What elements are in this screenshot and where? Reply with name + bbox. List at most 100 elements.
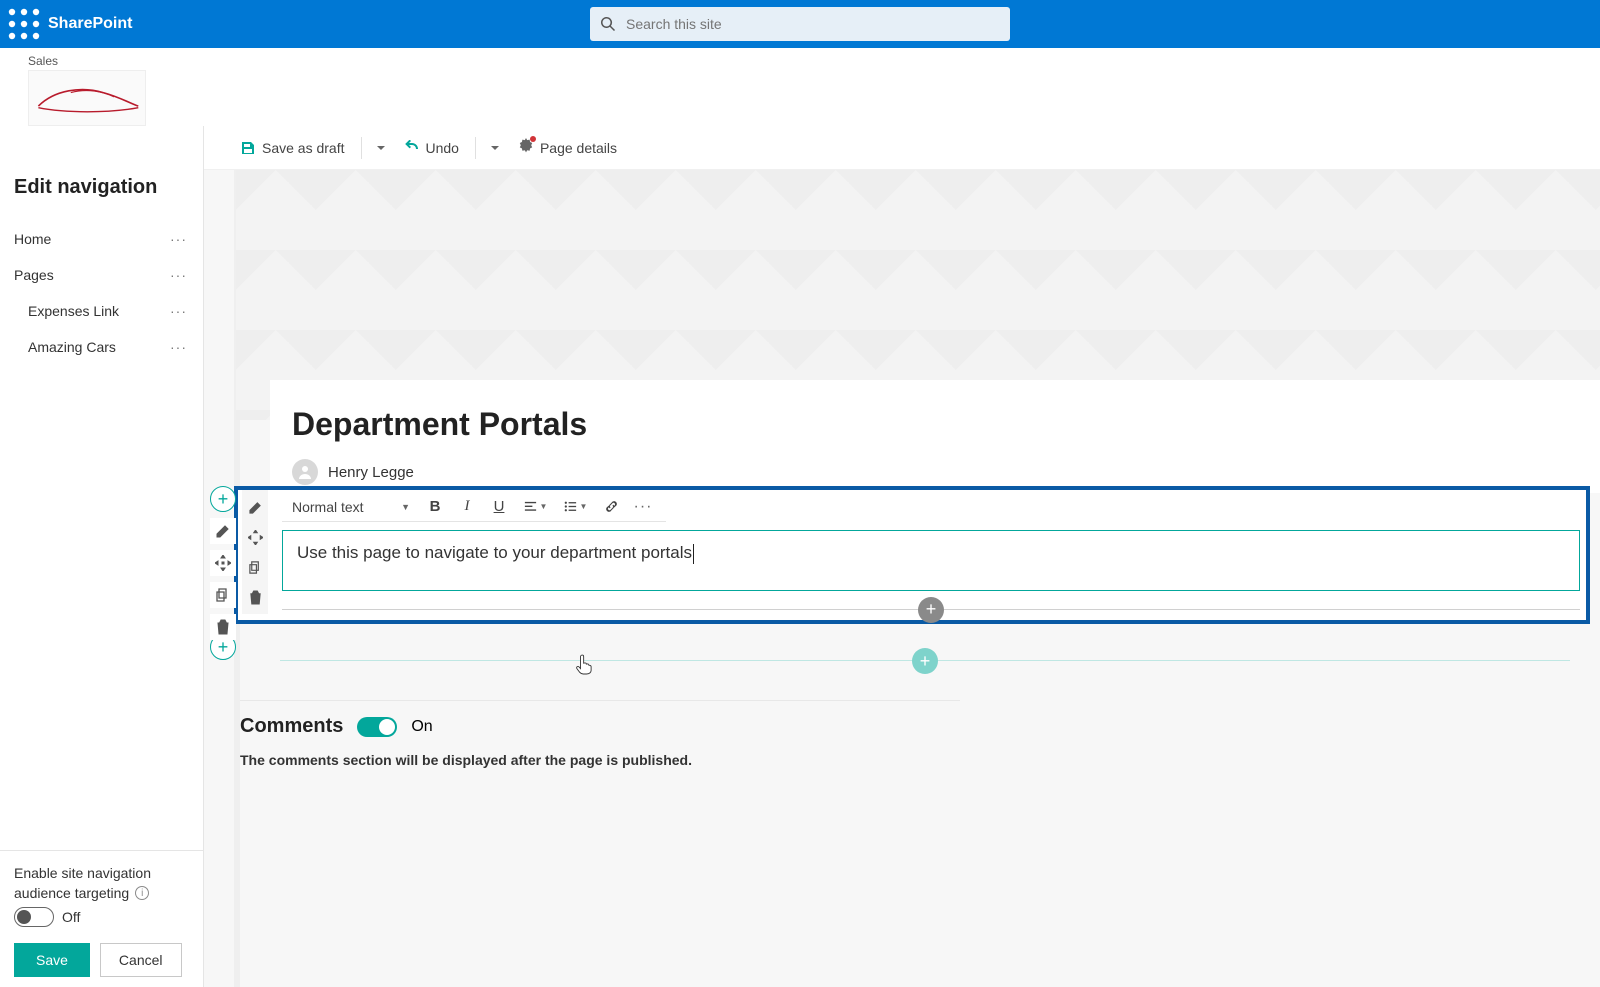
nav-item-amazing-cars[interactable]: Amazing Cars ··· xyxy=(14,329,189,365)
comments-toggle[interactable] xyxy=(357,717,397,737)
chevron-down-icon: ▼ xyxy=(540,502,548,511)
text-editor[interactable]: Use this page to navigate to your depart… xyxy=(282,530,1580,591)
duplicate-section-button[interactable] xyxy=(210,582,236,608)
delete-section-button[interactable] xyxy=(210,614,236,640)
search-input[interactable] xyxy=(626,16,1000,32)
info-icon[interactable]: i xyxy=(135,886,149,900)
audience-label-line1: Enable site navigation xyxy=(14,865,151,881)
link-button[interactable] xyxy=(598,494,624,520)
chevron-down-icon: ▼ xyxy=(580,502,588,511)
move-icon xyxy=(215,555,231,571)
save-as-draft-label: Save as draft xyxy=(262,140,345,156)
page-details-button[interactable]: Page details xyxy=(510,132,625,163)
add-webpart-button[interactable]: + xyxy=(918,597,944,623)
move-icon xyxy=(248,530,263,545)
search-icon xyxy=(600,16,616,32)
delete-icon xyxy=(248,590,263,605)
rte-toolbar: Normal text ▼ B I U ▼ xyxy=(282,492,666,522)
cancel-button[interactable]: Cancel xyxy=(100,943,182,977)
section-wrapper: + + xyxy=(204,486,1600,624)
left-nav-panel: Edit navigation Home ··· Pages ··· Expen… xyxy=(0,126,204,987)
chevron-down-icon: ▼ xyxy=(401,502,410,512)
nav-item-label: Expenses Link xyxy=(14,303,170,319)
page-canvas: Department Portals Henry Legge + + xyxy=(204,170,1600,987)
delete-icon xyxy=(215,619,231,635)
text-style-value: Normal text xyxy=(292,499,364,515)
page-details-label: Page details xyxy=(540,140,617,156)
undo-button[interactable]: Undo xyxy=(396,134,467,162)
link-icon xyxy=(604,499,619,514)
edit-section-button[interactable] xyxy=(210,518,236,544)
copy-icon xyxy=(248,560,263,575)
cursor-pointer-icon xyxy=(576,653,594,677)
nav-item-more-icon[interactable]: ··· xyxy=(170,231,187,247)
nav-item-more-icon[interactable]: ··· xyxy=(170,267,187,283)
title-area: Department Portals Henry Legge xyxy=(270,380,1600,493)
nav-item-label: Amazing Cars xyxy=(14,339,170,355)
save-as-draft-button[interactable]: Save as draft xyxy=(232,134,353,162)
add-webpart-divider: + xyxy=(282,609,1580,610)
italic-button[interactable]: I xyxy=(454,494,480,520)
edit-icon xyxy=(215,523,231,539)
nav-item-expenses-link[interactable]: Expenses Link ··· xyxy=(14,293,189,329)
webpart-delete-button[interactable] xyxy=(242,584,268,610)
align-button[interactable]: ▼ xyxy=(518,494,552,520)
underline-button[interactable]: U xyxy=(486,494,512,520)
page-title[interactable]: Department Portals xyxy=(292,406,1578,443)
nav-item-more-icon[interactable]: ··· xyxy=(170,303,187,319)
comments-area: Comments On The comments section will be… xyxy=(240,700,960,768)
text-webpart: Normal text ▼ B I U ▼ xyxy=(276,490,1586,620)
site-logo[interactable] xyxy=(28,70,146,126)
command-bar: Save as draft Undo Page details xyxy=(204,126,1600,170)
webpart-toolbar xyxy=(242,490,268,614)
brand-label[interactable]: SharePoint xyxy=(48,15,132,33)
pencil-icon xyxy=(248,500,263,515)
author-row: Henry Legge xyxy=(292,459,1578,485)
more-button[interactable]: ··· xyxy=(630,494,656,520)
copy-icon xyxy=(215,587,231,603)
nav-item-home[interactable]: Home ··· xyxy=(14,221,189,257)
nav-panel-title: Edit navigation xyxy=(14,176,189,199)
webpart-move-button[interactable] xyxy=(242,524,268,550)
bold-icon: B xyxy=(430,498,441,515)
move-section-button[interactable] xyxy=(210,550,236,576)
underline-icon: U xyxy=(494,498,505,515)
comments-note: The comments section will be displayed a… xyxy=(240,752,960,768)
italic-icon: I xyxy=(465,498,470,515)
nav-item-label: Home xyxy=(14,231,170,247)
audience-targeting-toggle[interactable] xyxy=(14,907,54,927)
insert-section-button[interactable]: + xyxy=(912,648,938,674)
audience-label-line2: audience targeting xyxy=(14,885,129,901)
comments-toggle-state: On xyxy=(411,718,432,736)
nav-bottom-panel: Enable site navigation audience targetin… xyxy=(0,850,203,987)
webpart-edit-button[interactable] xyxy=(242,494,268,520)
gear-icon xyxy=(518,138,534,157)
search-box[interactable] xyxy=(590,7,1010,41)
app-launcher-button[interactable] xyxy=(8,8,40,40)
author-name[interactable]: Henry Legge xyxy=(328,464,414,481)
avatar[interactable] xyxy=(292,459,318,485)
webpart-duplicate-button[interactable] xyxy=(242,554,268,580)
save-button[interactable]: Save xyxy=(14,943,90,977)
more-icon: ··· xyxy=(634,498,653,516)
text-style-select[interactable]: Normal text ▼ xyxy=(286,495,416,519)
nav-item-pages[interactable]: Pages ··· xyxy=(14,257,189,293)
add-section-button-top[interactable]: + xyxy=(210,486,236,512)
separator xyxy=(361,137,362,159)
person-icon xyxy=(297,464,313,480)
text-caret xyxy=(693,544,694,564)
bold-button[interactable]: B xyxy=(422,494,448,520)
undo-label: Undo xyxy=(426,140,459,156)
suite-bar: SharePoint xyxy=(0,0,1600,48)
align-left-icon xyxy=(523,499,538,514)
chevron-down-icon xyxy=(376,143,386,153)
breadcrumb[interactable]: Sales xyxy=(28,54,1572,68)
nav-item-more-icon[interactable]: ··· xyxy=(170,339,187,355)
insert-section-divider: + xyxy=(280,660,1570,661)
list-button[interactable]: ▼ xyxy=(558,494,592,520)
insert-section-area: + xyxy=(280,660,1570,661)
car-logo-icon xyxy=(33,80,141,116)
save-draft-chevron[interactable] xyxy=(370,134,392,162)
text-content: Use this page to navigate to your depart… xyxy=(297,543,692,562)
undo-chevron[interactable] xyxy=(484,134,506,162)
